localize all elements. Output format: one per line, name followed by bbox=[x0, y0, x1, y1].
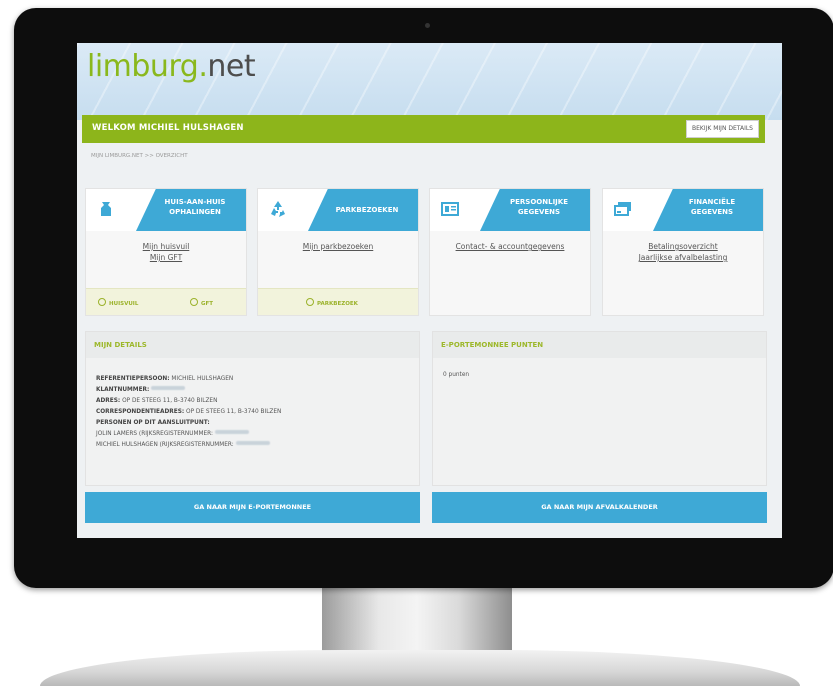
screen: limburg.net WELKOM MICHIEL HULSHAGEN BEK… bbox=[77, 43, 782, 538]
detail-value: MICHIEL HULSHAGEN (RIJKSREGISTERNUMMER: bbox=[96, 442, 234, 448]
tile-huis-aan-huis: HUIS-AAN-HUIS OPHALINGEN Mijn huisvuil M… bbox=[85, 188, 247, 316]
tile-parkbezoeken: PARKBEZOEKEN Mijn parkbezoeken PARKBEZOE… bbox=[257, 188, 419, 316]
tile-title-line1: PERSOONLIJKE bbox=[510, 198, 568, 206]
trash-bag-icon bbox=[101, 202, 111, 216]
check-circle-icon bbox=[306, 298, 314, 306]
panel-title: MIJN DETAILS bbox=[94, 341, 147, 349]
detail-reference: REFERENTIEPERSOON: MICHIEL HULSHAGEN bbox=[96, 374, 281, 385]
tile-title-line1: FINANCIËLE bbox=[688, 198, 736, 206]
detail-person-1: JOLIN LAMERS (RIJKSREGISTERNUMMER: bbox=[96, 429, 281, 440]
monitor-stand-base bbox=[40, 650, 800, 686]
tile-header: PARKBEZOEKEN bbox=[258, 189, 418, 231]
site-logo[interactable]: limburg.net bbox=[87, 49, 256, 84]
breadcrumb: MIJN LIMBURG.NET >> OVERZICHT bbox=[91, 153, 188, 159]
tile-links: Mijn huisvuil Mijn GFT bbox=[86, 241, 246, 263]
link-mijn-gft[interactable]: Mijn GFT bbox=[86, 252, 246, 263]
check-circle-icon bbox=[98, 298, 106, 306]
site-header: limburg.net bbox=[77, 43, 782, 120]
tile-links: Mijn parkbezoeken bbox=[258, 241, 418, 252]
tile-links: Betalingsoverzicht Jaarlijkse afvalbelas… bbox=[603, 241, 763, 263]
detail-label: PERSONEN OP DIT AANSLUITPUNT: bbox=[96, 420, 210, 426]
tile-title-line1: HUIS-AAN-HUIS bbox=[164, 198, 226, 206]
tile-header: HUIS-AAN-HUIS OPHALINGEN bbox=[86, 189, 246, 231]
panel-header: MIJN DETAILS bbox=[86, 332, 419, 358]
link-contact-accountgegevens[interactable]: Contact- & accountgegevens bbox=[430, 241, 590, 252]
welcome-bar: WELKOM MICHIEL HULSHAGEN BEKIJK MIJN DET… bbox=[82, 115, 765, 143]
filter-label: PARKBEZOEK bbox=[317, 301, 358, 307]
redacted-value bbox=[214, 430, 249, 434]
welcome-title: WELKOM MICHIEL HULSHAGEN bbox=[92, 123, 244, 133]
link-mijn-huisvuil[interactable]: Mijn huisvuil bbox=[86, 241, 246, 252]
detail-person-2: MICHIEL HULSHAGEN (RIJKSREGISTERNUMMER: bbox=[96, 440, 281, 451]
wallet-points-panel: E-PORTEMONNEE PUNTEN 0 punten bbox=[432, 331, 767, 486]
detail-label: KLANTNUMMER: bbox=[96, 387, 150, 393]
tile-header: FINANCIËLE GEGEVENS bbox=[603, 189, 763, 231]
link-betalingsoverzicht[interactable]: Betalingsoverzicht bbox=[603, 241, 763, 252]
tile-footer: PARKBEZOEK bbox=[258, 288, 418, 315]
tile-title-line2: GEGEVENS bbox=[690, 208, 734, 216]
detail-label: CORRESPONDENTIEADRES: bbox=[96, 409, 185, 415]
logo-text: limburg bbox=[87, 49, 199, 84]
credit-card-icon bbox=[614, 202, 631, 216]
my-details-panel: MIJN DETAILS REFERENTIEPERSOON: MICHIEL … bbox=[85, 331, 420, 486]
link-jaarlijkse-afvalbelasting[interactable]: Jaarlijkse afvalbelasting bbox=[603, 252, 763, 263]
redacted-value bbox=[235, 441, 270, 445]
go-to-calendar-button[interactable]: GA NAAR MIJN AFVALKALENDER bbox=[432, 492, 767, 523]
tile-title: HUIS-AAN-HUIS OPHALINGEN bbox=[150, 197, 240, 217]
filter-huisvuil[interactable]: HUISVUIL bbox=[98, 298, 138, 307]
check-circle-icon bbox=[190, 298, 198, 306]
link-mijn-parkbezoeken[interactable]: Mijn parkbezoeken bbox=[258, 241, 418, 252]
detail-value: JOLIN LAMERS (RIJKSREGISTERNUMMER: bbox=[96, 431, 213, 437]
tile-title-line2: OPHALINGEN bbox=[169, 208, 221, 216]
detail-persons-label: PERSONEN OP DIT AANSLUITPUNT: bbox=[96, 418, 281, 429]
detail-label: ADRES: bbox=[96, 398, 121, 404]
detail-client-number: KLANTNUMMER: bbox=[96, 385, 281, 396]
detail-label: REFERENTIEPERSOON: bbox=[96, 376, 170, 382]
tile-footer: HUISVUIL GFT bbox=[86, 288, 246, 315]
filter-label: GFT bbox=[201, 301, 214, 307]
tile-persoonlijke-gegevens: PERSOONLIJKE GEGEVENS Contact- & account… bbox=[429, 188, 591, 316]
view-details-button[interactable]: BEKIJK MIJN DETAILS bbox=[686, 120, 759, 138]
panel-title: E-PORTEMONNEE PUNTEN bbox=[441, 341, 544, 349]
recycle-icon bbox=[271, 201, 285, 217]
logo-suffix: net bbox=[207, 49, 256, 84]
panel-header: E-PORTEMONNEE PUNTEN bbox=[433, 332, 766, 358]
tile-title: PARKBEZOEKEN bbox=[322, 205, 412, 215]
logo-dot: . bbox=[198, 49, 208, 84]
filter-label: HUISVUIL bbox=[109, 301, 139, 307]
tile-header: PERSOONLIJKE GEGEVENS bbox=[430, 189, 590, 231]
detail-value: OP DE STEEG 11, B-3740 BILZEN bbox=[122, 398, 218, 404]
tile-links: Contact- & accountgegevens bbox=[430, 241, 590, 252]
id-card-icon bbox=[441, 202, 459, 216]
go-to-wallet-button[interactable]: GA NAAR MIJN E-PORTEMONNEE bbox=[85, 492, 420, 523]
filter-gft[interactable]: GFT bbox=[190, 298, 213, 307]
filter-parkbezoek[interactable]: PARKBEZOEK bbox=[306, 298, 358, 307]
tile-title: FINANCIËLE GEGEVENS bbox=[667, 197, 757, 217]
detail-correspondence-address: CORRESPONDENTIEADRES: OP DE STEEG 11, B-… bbox=[96, 407, 281, 418]
tile-title: PERSOONLIJKE GEGEVENS bbox=[494, 197, 584, 217]
wallet-body: 0 punten bbox=[443, 370, 469, 381]
detail-value: OP DE STEEG 11, B-3740 BILZEN bbox=[186, 409, 282, 415]
tile-title-line1: PARKBEZOEKEN bbox=[335, 206, 399, 214]
details-body: REFERENTIEPERSOON: MICHIEL HULSHAGEN KLA… bbox=[96, 374, 281, 451]
tile-financiele-gegevens: FINANCIËLE GEGEVENS Betalingsoverzicht J… bbox=[602, 188, 764, 316]
detail-value: MICHIEL HULSHAGEN bbox=[171, 376, 234, 382]
detail-address: ADRES: OP DE STEEG 11, B-3740 BILZEN bbox=[96, 396, 281, 407]
wallet-points: 0 punten bbox=[443, 372, 470, 378]
webcam-icon bbox=[425, 23, 430, 28]
tile-title-line2: GEGEVENS bbox=[517, 208, 561, 216]
redacted-value bbox=[151, 386, 186, 390]
